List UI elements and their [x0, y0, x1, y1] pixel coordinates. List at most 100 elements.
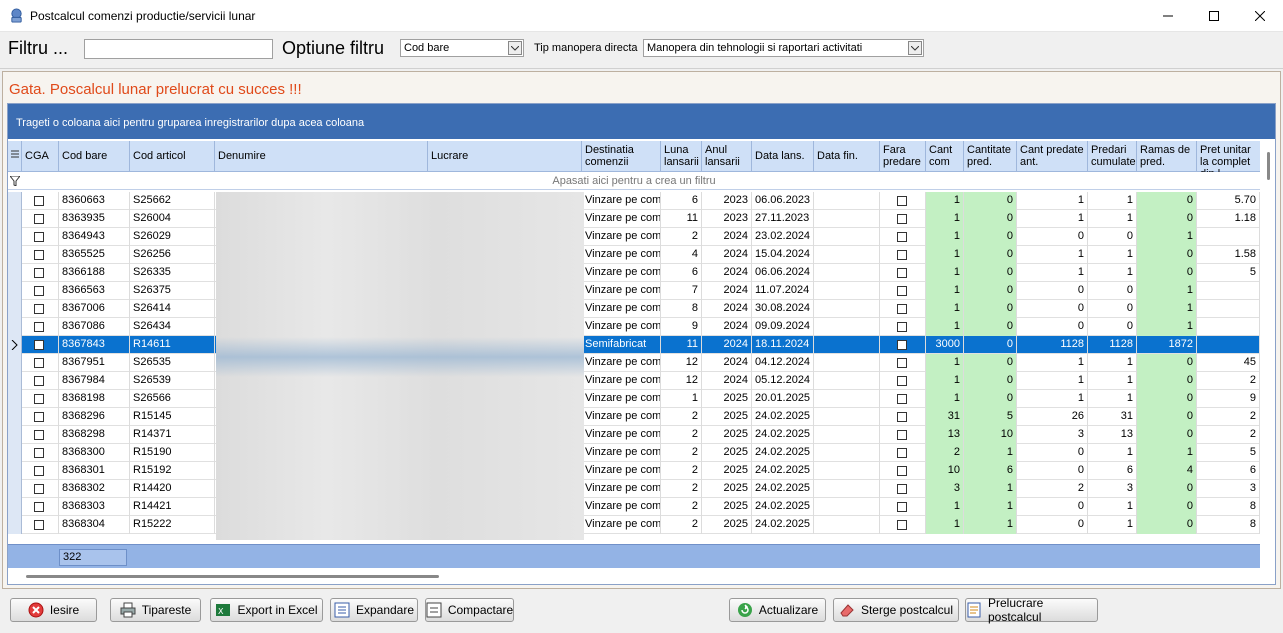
cant-pred-cell[interactable]: 0	[964, 336, 1017, 354]
cant-com-cell[interactable]: 1	[926, 516, 964, 534]
cod-articol-cell[interactable]: S26434	[130, 318, 215, 336]
col-data-fin[interactable]: Data fin.	[814, 141, 880, 172]
cant-com-cell[interactable]: 1	[926, 264, 964, 282]
anul-cell[interactable]: 2025	[702, 516, 752, 534]
table-row[interactable]: 8364943 S26029 Vinzare pe come 2 2024 23.02.2…	[8, 228, 1260, 246]
destinatia-cell[interactable]: Vinzare pe come	[582, 462, 661, 480]
fara-predare-checkbox[interactable]	[897, 358, 907, 368]
data-fin-cell[interactable]	[814, 264, 880, 282]
data-fin-cell[interactable]	[814, 498, 880, 516]
cod-articol-cell[interactable]: S26335	[130, 264, 215, 282]
luna-cell[interactable]: 2	[661, 480, 702, 498]
cant-com-cell[interactable]: 1	[926, 300, 964, 318]
cod-bare-cell[interactable]: 8368303	[59, 498, 130, 516]
fara-predare-checkbox[interactable]	[897, 196, 907, 206]
pret-cell[interactable]: 5	[1197, 264, 1260, 282]
table-row[interactable]: 8368198 S26566 Vinzare pe come 1 2025 20.01.2…	[8, 390, 1260, 408]
cant-com-cell[interactable]: 1	[926, 192, 964, 210]
cant-com-cell[interactable]: 2	[926, 444, 964, 462]
cant-com-cell[interactable]: 1	[926, 318, 964, 336]
fara-predare-checkbox[interactable]	[897, 322, 907, 332]
table-row[interactable]: 8368298 R14371 Vinzare pe come 2 2025 24.02.2…	[8, 426, 1260, 444]
cumulate-cell[interactable]: 1128	[1088, 336, 1137, 354]
cant-ant-cell[interactable]: 1	[1017, 264, 1088, 282]
fara-predare-checkbox[interactable]	[897, 448, 907, 458]
ramas-cell[interactable]: 0	[1137, 246, 1197, 264]
data-lans-cell[interactable]: 24.02.2025	[752, 408, 814, 426]
cumulate-cell[interactable]: 1	[1088, 246, 1137, 264]
cod-bare-cell[interactable]: 8364943	[59, 228, 130, 246]
ramas-cell[interactable]: 1	[1137, 318, 1197, 336]
pret-cell[interactable]: 2	[1197, 408, 1260, 426]
fara-predare-checkbox[interactable]	[897, 502, 907, 512]
destinatia-cell[interactable]: Vinzare pe come	[582, 408, 661, 426]
table-row[interactable]: 8367006 S26414 Vinzare pe come 8 2024 30.08.2…	[8, 300, 1260, 318]
cumulate-cell[interactable]: 1	[1088, 192, 1137, 210]
cga-checkbox[interactable]	[34, 304, 44, 314]
cod-articol-cell[interactable]: R14371	[130, 426, 215, 444]
data-fin-cell[interactable]	[814, 444, 880, 462]
col-pret-unitar[interactable]: Pret unitar la complet din l	[1197, 141, 1260, 172]
luna-cell[interactable]: 2	[661, 444, 702, 462]
ramas-cell[interactable]: 1	[1137, 228, 1197, 246]
close-button[interactable]	[1237, 0, 1283, 32]
table-row[interactable]: 8366188 S26335 Vinzare pe come 6 2024 06.06.2…	[8, 264, 1260, 282]
anul-cell[interactable]: 2024	[702, 246, 752, 264]
anul-cell[interactable]: 2024	[702, 282, 752, 300]
ramas-cell[interactable]: 1	[1137, 282, 1197, 300]
cant-com-cell[interactable]: 1	[926, 372, 964, 390]
cant-com-cell[interactable]: 1	[926, 498, 964, 516]
pret-cell[interactable]: 1.58	[1197, 246, 1260, 264]
column-chooser-icon[interactable]	[8, 141, 22, 172]
cant-com-cell[interactable]: 1	[926, 282, 964, 300]
destinatia-cell[interactable]: Vinzare pe come	[582, 516, 661, 534]
cant-com-cell[interactable]: 3	[926, 480, 964, 498]
cant-ant-cell[interactable]: 0	[1017, 282, 1088, 300]
cod-articol-cell[interactable]: S26256	[130, 246, 215, 264]
table-row[interactable]: 8368304 R15222 Vinzare pe come 2 2025 24.02.2…	[8, 516, 1260, 534]
cod-articol-cell[interactable]: R15192	[130, 462, 215, 480]
luna-cell[interactable]: 2	[661, 516, 702, 534]
anul-cell[interactable]: 2025	[702, 462, 752, 480]
cant-ant-cell[interactable]: 0	[1017, 498, 1088, 516]
cod-bare-cell[interactable]: 8366188	[59, 264, 130, 282]
data-fin-cell[interactable]	[814, 390, 880, 408]
destinatia-cell[interactable]: Vinzare pe come	[582, 444, 661, 462]
cant-ant-cell[interactable]: 0	[1017, 516, 1088, 534]
pret-cell[interactable]: 3	[1197, 480, 1260, 498]
data-lans-cell[interactable]: 06.06.2023	[752, 192, 814, 210]
cant-ant-cell[interactable]: 1	[1017, 354, 1088, 372]
cod-bare-cell[interactable]: 8367843	[59, 336, 130, 354]
data-fin-cell[interactable]	[814, 300, 880, 318]
anul-cell[interactable]: 2024	[702, 300, 752, 318]
data-lans-cell[interactable]: 18.11.2024	[752, 336, 814, 354]
cumulate-cell[interactable]: 1	[1088, 444, 1137, 462]
table-row[interactable]: 8367086 S26434 Vinzare pe come 9 2024 09.09.2…	[8, 318, 1260, 336]
luna-cell[interactable]: 2	[661, 498, 702, 516]
minimize-button[interactable]	[1145, 0, 1191, 32]
cant-com-cell[interactable]: 10	[926, 462, 964, 480]
data-fin-cell[interactable]	[814, 246, 880, 264]
fara-predare-checkbox[interactable]	[897, 412, 907, 422]
cga-checkbox[interactable]	[34, 340, 44, 350]
data-lans-cell[interactable]: 24.02.2025	[752, 462, 814, 480]
destinatia-cell[interactable]: Vinzare pe come	[582, 246, 661, 264]
cga-checkbox[interactable]	[34, 214, 44, 224]
cant-com-cell[interactable]: 1	[926, 390, 964, 408]
destinatia-cell[interactable]: Vinzare pe come	[582, 282, 661, 300]
cant-ant-cell[interactable]: 1	[1017, 372, 1088, 390]
data-lans-cell[interactable]: 24.02.2025	[752, 498, 814, 516]
cant-pred-cell[interactable]: 10	[964, 426, 1017, 444]
cant-pred-cell[interactable]: 6	[964, 462, 1017, 480]
pret-cell[interactable]	[1197, 300, 1260, 318]
cod-bare-cell[interactable]: 8368304	[59, 516, 130, 534]
cumulate-cell[interactable]: 0	[1088, 228, 1137, 246]
destinatia-cell[interactable]: Vinzare pe come	[582, 426, 661, 444]
anul-cell[interactable]: 2024	[702, 372, 752, 390]
luna-cell[interactable]: 9	[661, 318, 702, 336]
cod-bare-cell[interactable]: 8368300	[59, 444, 130, 462]
table-row[interactable]: 8367951 S26535 Vinzare pe come 12 2024 04.12.…	[8, 354, 1260, 372]
cant-pred-cell[interactable]: 0	[964, 318, 1017, 336]
cod-bare-cell[interactable]: 8368198	[59, 390, 130, 408]
cga-checkbox[interactable]	[34, 232, 44, 242]
